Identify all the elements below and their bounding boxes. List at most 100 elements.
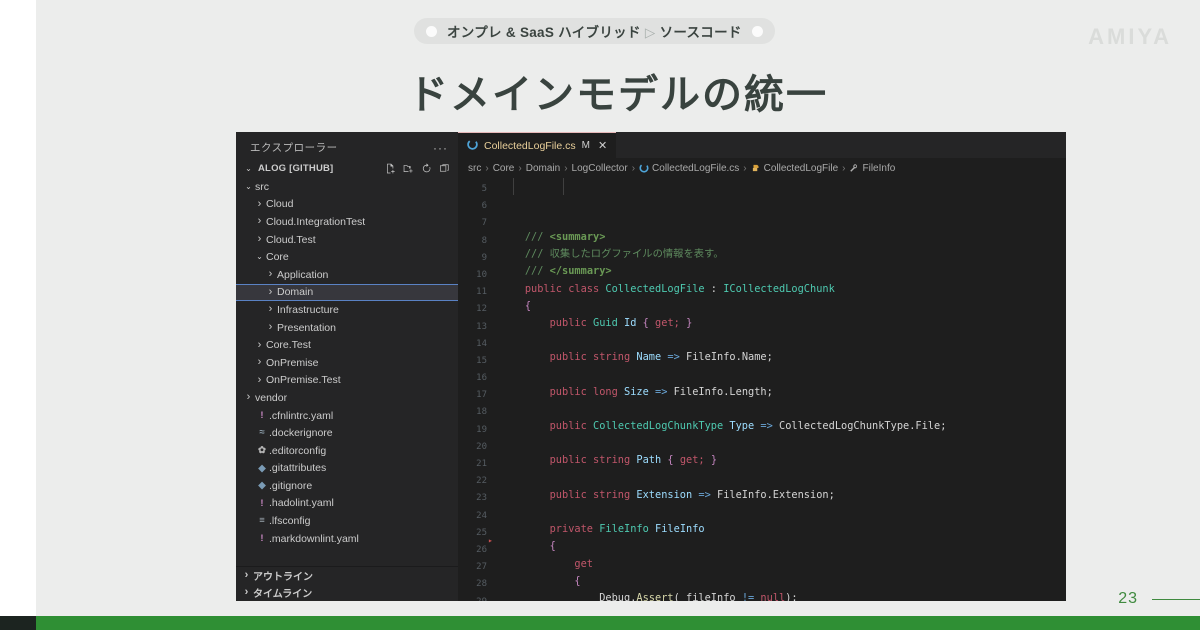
code-token: get;: [679, 454, 705, 467]
tree-item-vendor[interactable]: › vendor: [236, 389, 458, 407]
tree-item-hadolint-yaml[interactable]: ! .hadolint.yaml: [236, 495, 458, 513]
config-icon: ≡: [259, 515, 265, 527]
breadcrumb-item[interactable]: FileInfo: [849, 163, 895, 174]
line-number: 8: [481, 235, 487, 246]
code-token: FileInfo: [599, 523, 649, 536]
chevron-right-icon[interactable]: ›: [253, 234, 266, 245]
close-icon[interactable]: ✕: [598, 139, 607, 152]
tab-filename: CollectedLogFile.cs: [484, 139, 576, 152]
tree-item-dockerignore[interactable]: ≈ .dockerignore: [236, 424, 458, 442]
chevron-down-icon[interactable]: ⌄: [242, 164, 255, 173]
tab-collectedlogfile[interactable]: CollectedLogFile.cs M ✕: [458, 132, 617, 158]
explorer-more-icon[interactable]: ···: [433, 142, 448, 154]
new-folder-icon[interactable]: [403, 163, 414, 174]
tree-item-src[interactable]: ⌄ src: [236, 178, 458, 196]
breadcrumb-separator: ›: [743, 162, 747, 174]
line-number: 21: [476, 459, 487, 469]
breadcrumb-item[interactable]: Domain: [526, 163, 560, 174]
line-number: 20: [476, 441, 487, 452]
tree-item-cfnlintrc-yaml[interactable]: ! .cfnlintrc.yaml: [236, 407, 458, 425]
chevron-right-icon[interactable]: ›: [242, 392, 255, 403]
code-line: public CollectedLogChunkType Type => Col…: [500, 418, 1066, 435]
tree-item-label: src: [255, 180, 269, 193]
tree-item-domain[interactable]: › Domain: [236, 283, 458, 302]
breadcrumb-item[interactable]: CollectedLogFile.cs: [639, 163, 739, 174]
docker-icon: ≈: [259, 427, 265, 439]
chevron-right-icon[interactable]: ›: [264, 269, 277, 280]
editor-area: CollectedLogFile.cs M ✕ src › Core › Domain ›…: [458, 132, 1066, 601]
tree-item-onpremise[interactable]: › OnPremise: [236, 354, 458, 372]
tree-item-infrastructure[interactable]: › Infrastructure: [236, 301, 458, 319]
sidebar-panel-outline[interactable]: › アウトライン: [236, 567, 458, 584]
code-token: <summary>: [549, 231, 606, 243]
pill-dot-right-icon: [751, 25, 763, 37]
code-token: private: [549, 523, 600, 536]
line-number: 7: [481, 218, 487, 229]
chevron-right-icon[interactable]: ›: [264, 304, 277, 315]
chevron-right-icon[interactable]: ›: [253, 198, 266, 210]
slide: オンプレ & SaaS ハイブリッド ▷ ソースコード AMIYA ドメインモデ…: [36, 0, 1200, 630]
pill-dot-left-icon: [426, 25, 437, 37]
refresh-icon[interactable]: [421, 163, 432, 174]
line-number: 18: [476, 407, 487, 418]
tree-item-cloud-integrationtest[interactable]: › Cloud.IntegrationTest: [236, 213, 458, 231]
tree-item-label: Infrastructure: [277, 303, 339, 316]
sidebar-panel-timeline[interactable]: › タイムライン: [236, 584, 458, 601]
chevron-right-icon[interactable]: ›: [253, 216, 266, 227]
code-token: Debug: [599, 591, 631, 601]
chevron-right-icon[interactable]: ›: [253, 339, 266, 351]
code-token: FileInfo: [655, 523, 705, 536]
chevron-right-icon[interactable]: ›: [240, 570, 253, 581]
tree-item-gitattributes[interactable]: ◆ .gitattributes: [236, 460, 458, 478]
chevron-right-icon[interactable]: ›: [253, 374, 266, 386]
chevron-right-icon[interactable]: ›: [264, 286, 277, 298]
tree-item-gitignore[interactable]: ◆ .gitignore: [236, 477, 458, 495]
tree-item-lfsconfig[interactable]: ≡ .lfsconfig: [236, 512, 458, 530]
tree-item-onpremise-test[interactable]: › OnPremise.Test: [236, 372, 458, 390]
workspace-folder-row[interactable]: ⌄ ALOG [GITHUB]: [236, 161, 458, 176]
breadcrumb-item[interactable]: LogCollector: [572, 163, 628, 174]
chevron-down-icon[interactable]: ⌄: [242, 182, 255, 191]
breadcrumb-item[interactable]: CollectedLogFile: [751, 163, 838, 174]
tree-item-application[interactable]: › Application: [236, 266, 458, 284]
chevron-right-icon[interactable]: ›: [253, 357, 266, 368]
tree-item-markdownlint-yaml[interactable]: ! .markdownlint.yaml: [236, 530, 458, 548]
breadcrumb-label: src: [468, 162, 482, 174]
tree-item-cloud[interactable]: › Cloud: [236, 196, 458, 214]
breadcrumb-separator: ›: [518, 162, 522, 174]
code-token: :: [704, 282, 724, 295]
line-number: 12: [476, 304, 487, 315]
code-token: FileInfo.Name;: [679, 351, 773, 364]
breadcrumb-item[interactable]: Core: [493, 163, 515, 174]
chevron-right-icon[interactable]: ›: [264, 322, 277, 333]
collapse-all-icon[interactable]: [439, 163, 450, 174]
code-lines[interactable]: /// <summary> /// 収集したログファイルの情報を表す。 /// …: [494, 178, 1066, 601]
tree-item-presentation[interactable]: › Presentation: [236, 319, 458, 337]
tab-bar: CollectedLogFile.cs M ✕: [458, 132, 1066, 158]
tree-item-core-test[interactable]: › Core.Test: [236, 336, 458, 354]
tree-item-editorconfig[interactable]: ✿ .editorconfig: [236, 442, 458, 460]
code-token: get: [574, 557, 594, 570]
new-file-icon[interactable]: [385, 163, 396, 174]
line-number: 15: [476, 355, 487, 366]
code-token: ///: [524, 265, 550, 278]
code-token: public string: [549, 454, 637, 467]
breadcrumb-item[interactable]: src: [468, 163, 481, 174]
code-area[interactable]: 5 6 7 8 9 10 11 12 13 14 15 16 17 18 19 20 21 22 23 24 25 26 2…: [458, 178, 1066, 601]
tree-item-core[interactable]: ⌄ Core: [236, 248, 458, 266]
gutter-change-marker-icon: ▸: [488, 536, 493, 546]
code-token: public: [549, 316, 594, 329]
breadcrumb-label: CollectedLogFile.cs: [652, 162, 740, 174]
code-token: _fileInfo: [679, 591, 736, 601]
code-line: public string Path { get; }: [500, 452, 1066, 469]
explorer-title: エクスプローラー: [250, 142, 338, 154]
tree-item-cloud-test[interactable]: › Cloud.Test: [236, 231, 458, 249]
chevron-down-icon[interactable]: ⌄: [253, 253, 266, 261]
chevron-right-icon[interactable]: ›: [240, 587, 253, 598]
